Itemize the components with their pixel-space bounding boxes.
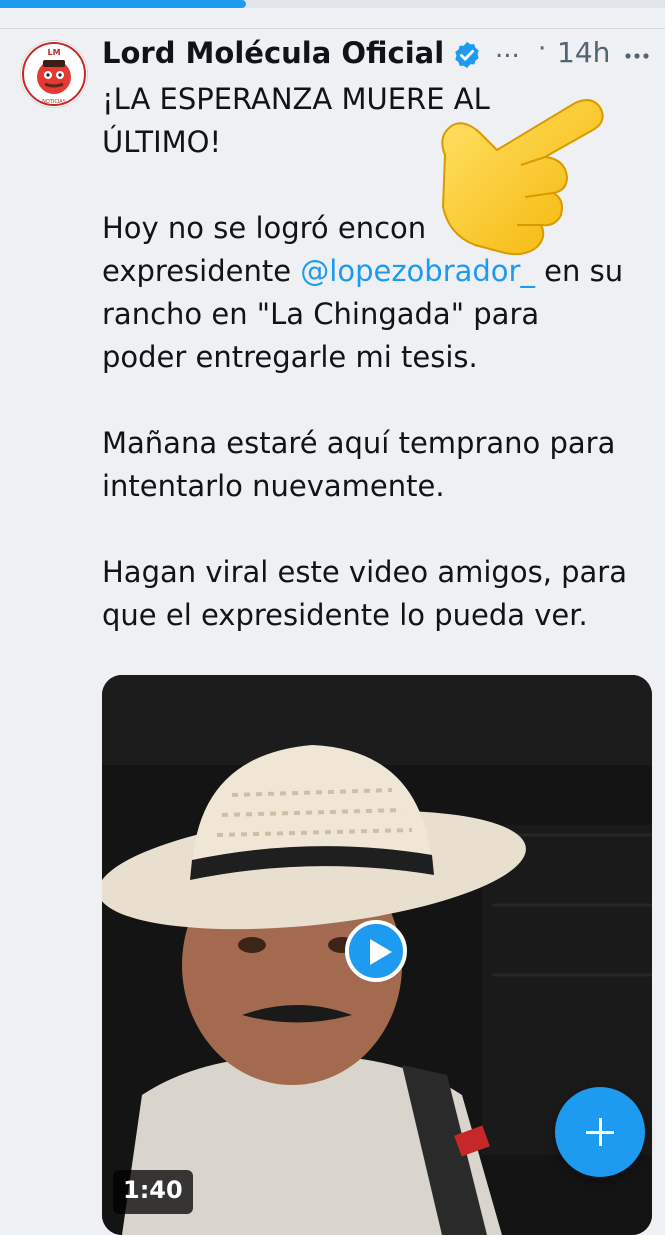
tweet-text-line: Mañana estaré aquí temprano para (102, 426, 616, 460)
avatar[interactable]: LM NOTICIAS (20, 40, 88, 108)
divider (0, 28, 665, 29)
tweet-text-segment: expresidente (102, 254, 301, 288)
lm-noticias-logo-icon: LM NOTICIAS (22, 42, 86, 106)
tweet-text-line: rancho en "La Chingada" para (102, 297, 540, 331)
name-truncation: ... (495, 34, 520, 64)
progress-bar-fill (0, 0, 247, 8)
separator-dot: · (538, 34, 547, 64)
tweet-text-line: Hagan viral este video amigos, para (102, 555, 628, 589)
video-duration-badge: 1:40 (113, 1170, 193, 1214)
pointing-hand-emoji-icon (441, 99, 604, 256)
more-options-icon[interactable] (622, 44, 652, 68)
play-button[interactable] (345, 920, 407, 982)
progress-bar (0, 0, 665, 8)
tweet-text-line: intentarlo nuevamente. (102, 469, 445, 503)
avatar-logo-ring-text: NOTICIAS (42, 99, 66, 105)
author-name[interactable]: Lord Molécula Oficial (102, 36, 444, 70)
compose-fab-button[interactable] (555, 1087, 645, 1177)
tweet-text-line: poder entregarle mi tesis. (102, 340, 478, 374)
post-time[interactable]: 14h (557, 36, 610, 69)
tweet-text-line: que el expresidente lo pueda ver. (102, 598, 588, 632)
verified-badge-icon (455, 41, 479, 69)
avatar-logo-letters: LM (47, 48, 60, 57)
tweet-header: Lord Molécula Oficial ... · 14h (102, 34, 652, 80)
